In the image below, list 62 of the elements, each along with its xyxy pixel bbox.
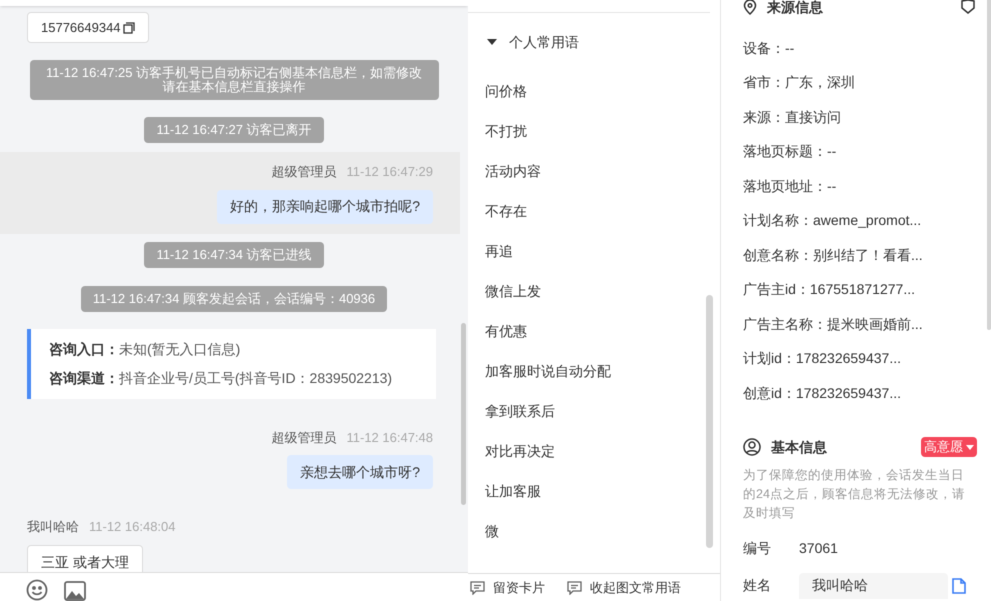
source-info-row-text: 广告主id：167551871277... xyxy=(743,280,916,300)
message-time: 11-12 16:47:48 xyxy=(346,428,433,446)
section-title: 来源信息 xyxy=(767,0,824,16)
name-input[interactable]: 我叫哈哈 xyxy=(799,572,948,598)
source-info-row-text: 落地页标题：-- xyxy=(743,142,838,162)
group-toggle[interactable]: 个人常用语 xyxy=(468,31,720,53)
system-message: 11-12 16:47:25 访客手机号已自动标记右侧基本信息栏，如需修改请在基本信息栏直接操作 xyxy=(30,60,438,100)
copy-icon[interactable] xyxy=(122,22,135,34)
emoji-icon[interactable] xyxy=(26,579,48,601)
quick-reply-item[interactable]: 活动内容 xyxy=(468,151,720,191)
quick-reply-item[interactable]: 再追 xyxy=(468,231,720,271)
notice-text: 为了保障您的使用体验，会话发生当日的24点之后，顾客信息将无法修改，请及时填写 xyxy=(743,466,966,522)
source-info-row-text: 设备：-- xyxy=(743,38,796,58)
message-bubble: 15776649344 xyxy=(27,12,149,43)
caret-icon xyxy=(487,39,497,45)
field-value: 抖音企业号/员工号(抖音号ID：2839502213) xyxy=(119,368,392,388)
field-value: 未知(暂无入口信息) xyxy=(119,340,240,359)
message-icon xyxy=(567,580,582,594)
system-message: 11-12 16:47:34 顾客发起会话，会话编号：40936 xyxy=(80,286,388,312)
field-label: 咨询入口： xyxy=(49,340,119,358)
quick-reply-item[interactable]: 对比再决定 xyxy=(468,431,720,471)
source-info-row-text: 创意名称：别纠结了！看看... xyxy=(743,246,924,265)
caret-icon xyxy=(966,444,974,450)
source-info-row-text: 落地页地址：-- xyxy=(743,176,838,196)
source-info-row-text: 广告主名称：提米映画婚前... xyxy=(743,314,924,334)
image-icon[interactable] xyxy=(64,581,86,601)
source-info-row-text: 来源：直接访问 xyxy=(743,108,842,127)
quick-reply-item[interactable]: 不存在 xyxy=(468,191,720,231)
source-info-row-text: 创意id：178232659437... xyxy=(743,384,902,403)
system-message: 11-12 16:47:27 访客已离开 xyxy=(144,117,324,143)
quick-reply-item[interactable]: 加客服时说自动分配 xyxy=(468,351,720,391)
field-value: 37061 xyxy=(799,538,838,558)
field-label: 咨询渠道： xyxy=(49,368,119,388)
message-time: 11-12 16:48:04 xyxy=(89,518,176,536)
intent-tag[interactable]: 高意愿 xyxy=(921,437,977,457)
message-bubble: 三亚 或者大理 xyxy=(27,544,143,572)
user-icon xyxy=(743,438,761,456)
quick-reply-item[interactable]: 有优惠 xyxy=(468,311,720,351)
location-pin-icon xyxy=(743,0,757,15)
source-info-row-text: 计划名称：aweme_promot... xyxy=(743,211,922,230)
sender-name: 超级管理员 xyxy=(272,428,336,446)
message-icon xyxy=(470,580,485,594)
quick-reply-item[interactable]: 微 xyxy=(468,511,720,551)
shield-icon[interactable] xyxy=(959,0,977,14)
footer-action[interactable]: 收起图文常用语 xyxy=(567,578,681,598)
footer-action[interactable]: 留资卡片 xyxy=(470,578,545,598)
sender-name: 超级管理员 xyxy=(272,163,336,181)
quick-reply-item[interactable]: 微信上发 xyxy=(468,271,720,311)
field-label: 姓名 xyxy=(743,576,772,595)
system-message: 11-12 16:47:34 访客已进线 xyxy=(144,242,324,268)
quick-reply-item[interactable]: 让加客服 xyxy=(468,471,720,511)
quick-reply-item[interactable]: 拿到联系后 xyxy=(468,391,720,431)
source-info-row-text: 计划id：178232659437... xyxy=(743,349,902,368)
message-bubble: 好的，那亲响起哪个城市拍呢? xyxy=(217,190,433,224)
field-label: 编号 xyxy=(743,538,772,558)
source-info-row-text: 省市：广东，深圳 xyxy=(743,73,856,92)
sender-name: 我叫哈哈 xyxy=(27,518,79,536)
message-bubble: 亲想去哪个城市呀? xyxy=(287,455,433,489)
quick-reply-item[interactable]: 问价格 xyxy=(468,71,720,111)
section-title: 基本信息 xyxy=(771,438,828,456)
quick-reply-item[interactable]: 不打扰 xyxy=(468,111,720,151)
message-time: 11-12 16:47:29 xyxy=(346,163,433,181)
